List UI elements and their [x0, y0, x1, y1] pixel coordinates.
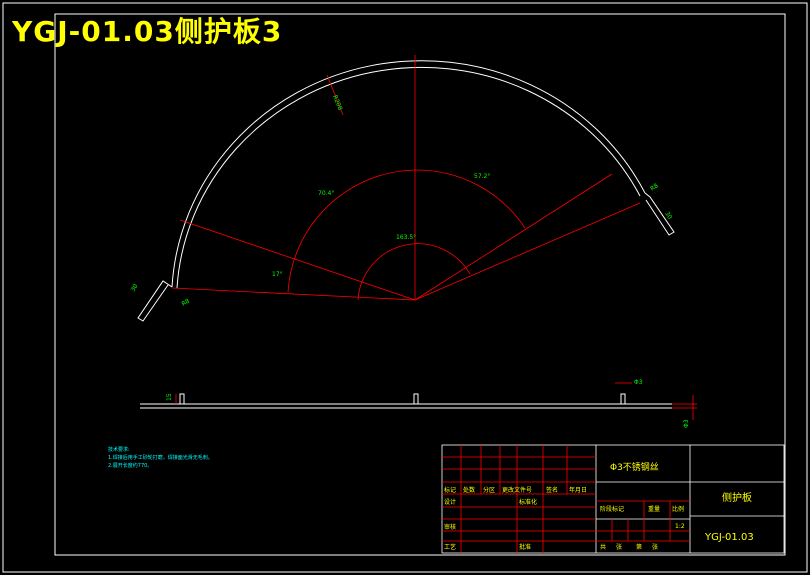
dimension-lines [171, 55, 641, 301]
tb-approve: 批准 [519, 543, 531, 551]
tb-sign: 签名 [546, 486, 558, 494]
tb-sheet: 张 [652, 543, 658, 551]
dim-end-right-r: R8 [649, 182, 660, 192]
dim-phi-top: Φ3 [634, 379, 643, 386]
tb-change-doc: 更改文件号 [502, 486, 532, 494]
tb-standard: 标准化 [519, 498, 537, 506]
tb-review: 审核 [444, 523, 456, 531]
dim-end-left-len: 30 [130, 283, 140, 293]
inner-border [54, 13, 786, 556]
dim-phi-side: Φ3 [683, 419, 690, 428]
tb-process: 工艺 [444, 543, 456, 551]
tb-material: Φ3不锈钢丝 [610, 461, 659, 473]
dim-radius: R208 [331, 94, 343, 111]
tb-zone: 分区 [483, 486, 495, 494]
drawing-canvas: YGJ-01.03侧护板3 R208 70.4° 57.2° 163.5° 17… [0, 0, 810, 575]
dim-end-left-r: R8 [181, 298, 192, 308]
tb-sheets: 张 [616, 543, 622, 551]
tb-stage-mark: 阶段标记 [600, 505, 624, 513]
side-view-dims [175, 382, 697, 420]
tb-page: 第 [636, 543, 642, 551]
notes-line-2: 2.展开长度约770。 [108, 463, 153, 469]
tb-scale-value: 1:2 [675, 523, 685, 530]
side-plate-arc [137, 60, 675, 322]
tb-drawing-no: YGJ-01.03 [704, 532, 754, 543]
notes-line-1: 1.焊接后用手工砂轮打磨，焊接面光滑无毛刺。 [108, 455, 213, 461]
notes-title: 技术要求: [108, 447, 130, 453]
tb-part-name: 侧护板 [722, 491, 752, 504]
dim-angle-left: 70.4° [318, 190, 334, 197]
cad-drawing: R208 70.4° 57.2° 163.5° 17° 30 R8 30 R8 [2, 2, 808, 573]
dim-angle-small-left: 17° [272, 271, 283, 278]
side-view [140, 393, 672, 409]
tb-scale-label: 比例 [672, 505, 684, 513]
tb-count: 处数 [463, 486, 475, 494]
tb-mark: 标记 [444, 486, 456, 494]
outer-border [2, 2, 808, 573]
tb-total: 共 [600, 543, 606, 551]
tb-design: 设计 [444, 498, 456, 506]
dim-angle-total: 163.5° [396, 234, 416, 241]
technical-notes: 技术要求: 1.焊接后用手工砂轮打磨，焊接面光滑无毛刺。 2.展开长度约770。 [108, 446, 213, 470]
dim-height-15: 15 [166, 393, 173, 401]
tb-date: 年月日 [569, 486, 587, 494]
tb-weight: 重量 [648, 505, 660, 513]
dim-angle-right: 57.2° [474, 173, 490, 180]
